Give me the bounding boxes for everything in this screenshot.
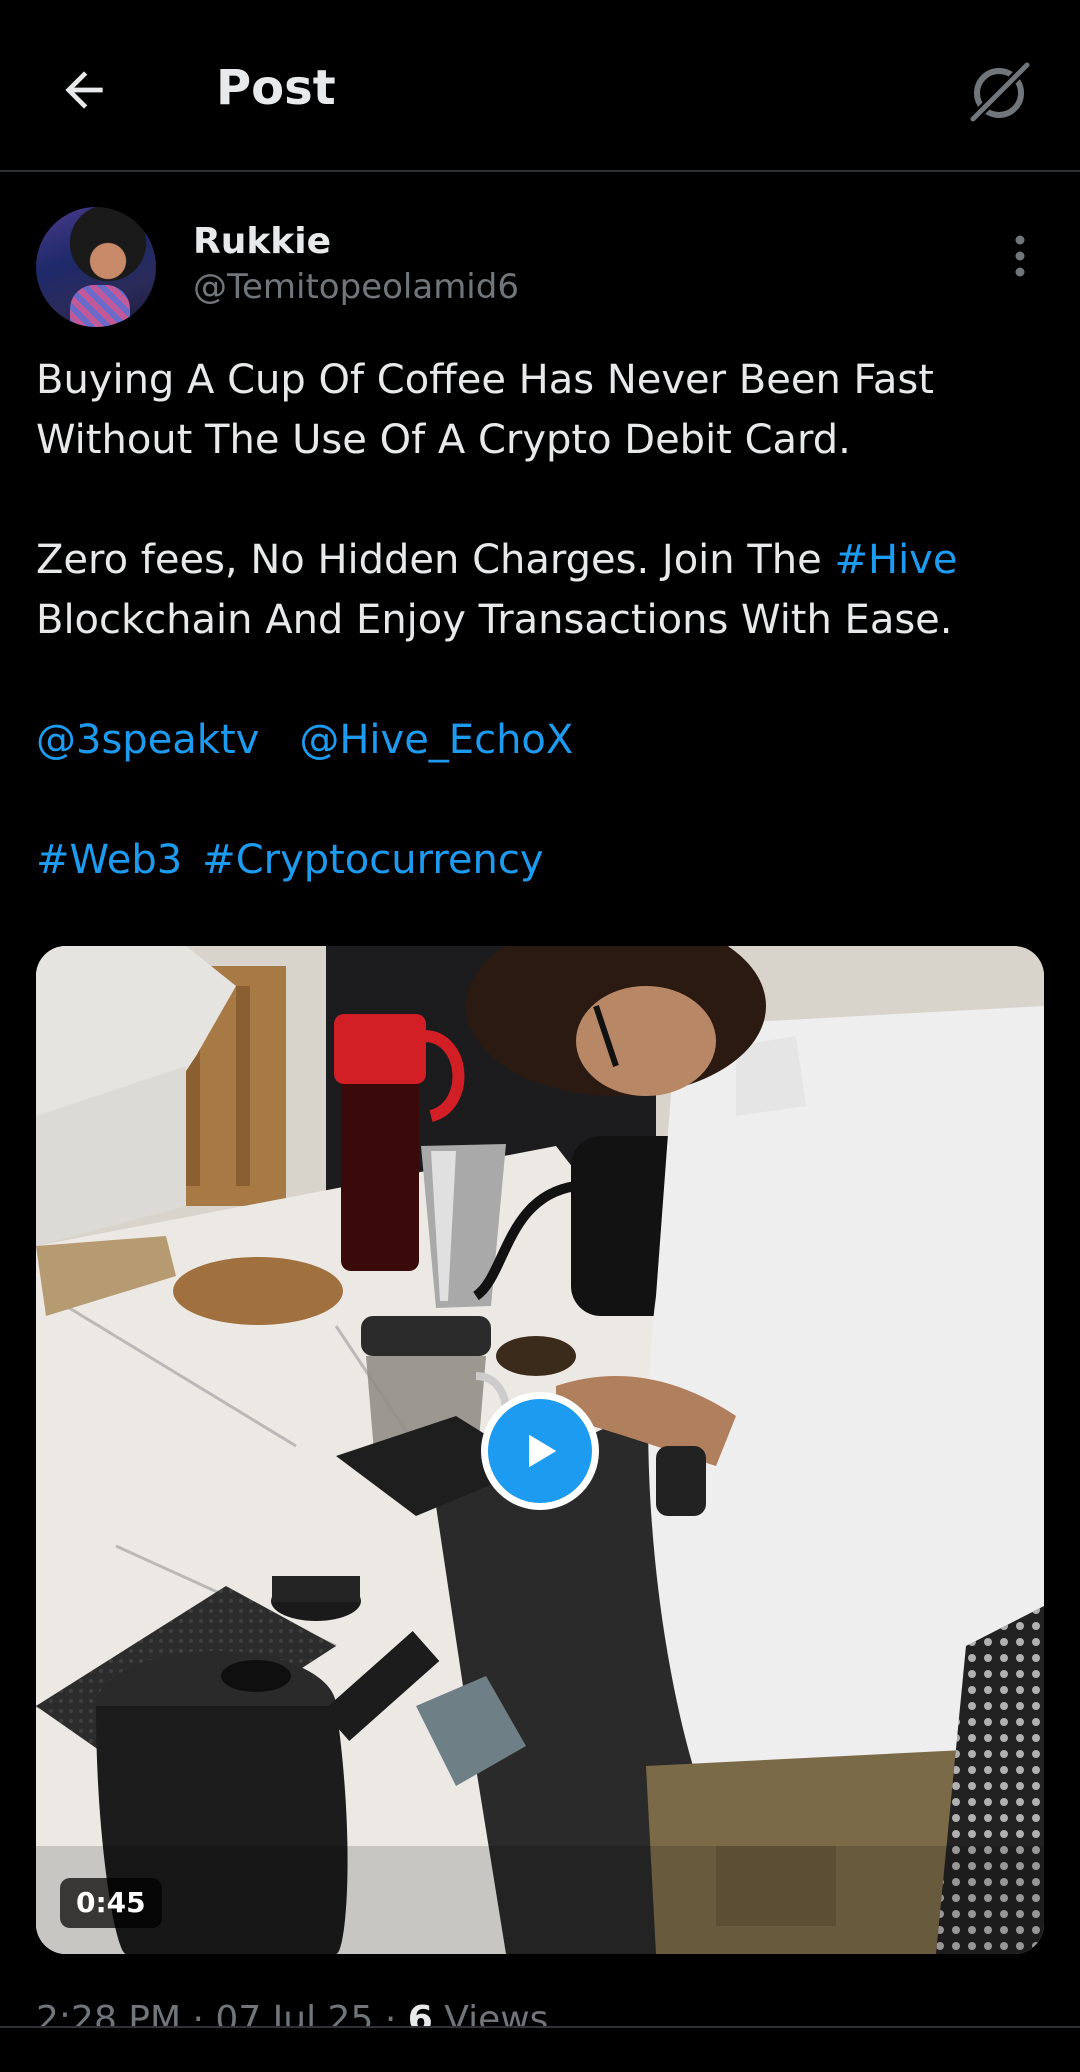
author-name[interactable]: Rukkie bbox=[193, 220, 331, 264]
post-line: Blockchain And Enjoy Transactions With E… bbox=[36, 597, 953, 643]
video-duration-badge: 0:45 bbox=[60, 1878, 162, 1928]
hashtags-line: #Web3 #Cryptocurrency bbox=[36, 830, 1046, 890]
post-text-segment: Zero fees, No Hidden Charges. Join The bbox=[36, 537, 835, 583]
mention-link[interactable]: @3speaktv bbox=[36, 717, 259, 763]
post-line: Without The Use Of A Crypto Debit Card. bbox=[36, 417, 851, 463]
arrow-left-icon bbox=[65, 71, 103, 109]
hashtag-link[interactable]: #Web3 bbox=[36, 837, 182, 883]
grok-button[interactable] bbox=[954, 48, 1044, 138]
author-handle[interactable]: @Temitopeolamid6 bbox=[193, 266, 519, 308]
avatar-shirt bbox=[70, 285, 130, 327]
mentions-line: @3speaktv @Hive_EchoX bbox=[36, 710, 1046, 770]
hashtag-link[interactable]: #Cryptocurrency bbox=[202, 837, 543, 883]
post-line: Zero fees, No Hidden Charges. Join The #… bbox=[36, 530, 1046, 590]
post-line: Buying A Cup Of Coffee Has Never Been Fa… bbox=[36, 357, 934, 403]
grok-icon bbox=[967, 59, 1033, 125]
play-button[interactable] bbox=[481, 1392, 599, 1510]
avatar[interactable] bbox=[36, 207, 156, 327]
bottom-divider bbox=[0, 2026, 1080, 2072]
hashtag-link[interactable]: #Hive bbox=[834, 537, 957, 583]
back-button[interactable] bbox=[48, 54, 120, 126]
page-title: Post bbox=[216, 60, 336, 116]
more-vertical-icon bbox=[1015, 235, 1025, 277]
top-app-bar: Post bbox=[0, 0, 1080, 172]
video-player[interactable]: 0:45 bbox=[36, 946, 1044, 1954]
post-text: Buying A Cup Of Coffee Has Never Been Fa… bbox=[36, 350, 1046, 890]
mention-link[interactable]: @Hive_EchoX bbox=[299, 717, 573, 763]
more-options-button[interactable] bbox=[990, 226, 1050, 286]
play-icon bbox=[529, 1434, 557, 1468]
